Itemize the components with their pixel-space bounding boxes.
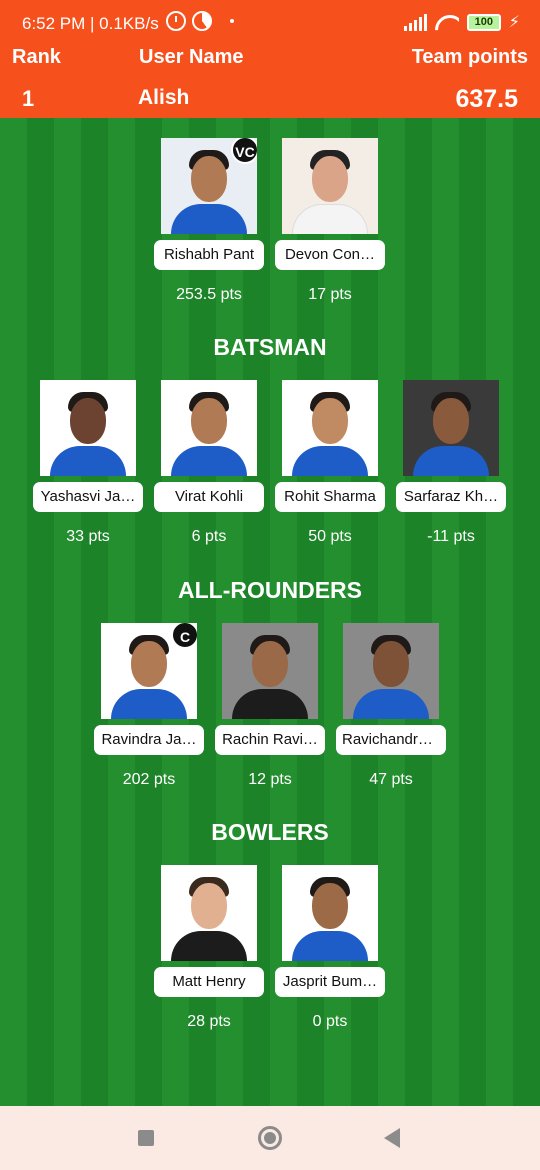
player-photo (161, 865, 257, 961)
player-photo (282, 865, 378, 961)
player-name: Rishabh Pant (154, 240, 264, 270)
player-photo (161, 380, 257, 476)
player-name: Sarfaraz Kh… (396, 482, 506, 512)
alarm-icon (166, 11, 186, 31)
player-points: 47 pts (369, 771, 413, 788)
player-points: 50 pts (308, 528, 352, 545)
team-points-label: Team points (411, 46, 528, 68)
user-name-label: User Name (139, 46, 244, 68)
system-nav-bar (0, 1106, 540, 1170)
wifi-icon (435, 13, 459, 31)
rank-label: Rank (12, 46, 61, 68)
player-points: 0 pts (312, 1013, 348, 1030)
player-name: Yashasvi Ja… (33, 482, 143, 512)
player-points: 6 pts (191, 528, 227, 545)
vice-captain-badge: VC (231, 138, 257, 164)
player-card[interactable]: Virat Kohli 6 pts (153, 380, 265, 546)
player-card[interactable]: C Ravindra Ja… 202 pts (93, 623, 205, 789)
battery-icon: 100 (466, 13, 501, 31)
status-time: 6:52 PM | 0.1KB/s (22, 14, 159, 33)
player-card[interactable]: Rohit Sharma 50 pts (274, 380, 386, 546)
player-points: -11 pts (427, 528, 475, 545)
cricket-field: VC Rishabh Pant 253.5 pts Devon Con… 17 … (0, 118, 540, 1106)
header-bar: 6:52 PM | 0.1KB/s 100 ⚡ Rank User Name T… (0, 0, 540, 118)
player-card[interactable]: Yashasvi Ja… 33 pts (32, 380, 144, 546)
home-nav-icon[interactable] (258, 1126, 282, 1150)
player-photo (222, 623, 318, 719)
notification-dot-icon (230, 19, 234, 23)
player-photo (40, 380, 136, 476)
player-points: 33 pts (66, 528, 110, 545)
player-name: Matt Henry (154, 967, 264, 997)
player-points: 12 pts (248, 771, 292, 788)
section-title-bowlers: BOWLERS (211, 819, 329, 845)
section-title-all-rounders: ALL-ROUNDERS (178, 577, 362, 603)
player-card[interactable]: Jasprit Bum… 0 pts (274, 865, 386, 1031)
charging-icon: ⚡ (508, 14, 520, 31)
player-card[interactable]: VC Rishabh Pant 253.5 pts (153, 138, 265, 304)
back-nav-icon[interactable] (384, 1128, 400, 1148)
player-name: Rohit Sharma (275, 482, 385, 512)
player-card[interactable]: Ravichandra… 47 pts (335, 623, 447, 789)
player-photo: VC (161, 138, 257, 234)
player-name: Virat Kohli (154, 482, 264, 512)
player-points: 17 pts (308, 286, 352, 303)
player-card[interactable]: Devon Con… 17 pts (274, 138, 386, 304)
player-name: Rachin Ravi… (215, 725, 325, 755)
player-card[interactable]: Sarfaraz Kh… -11 pts (395, 380, 507, 546)
status-bar: 6:52 PM | 0.1KB/s 100 ⚡ (0, 0, 540, 44)
player-name: Jasprit Bum… (275, 967, 385, 997)
player-name: Ravindra Ja… (94, 725, 204, 755)
rank-value: 1 (22, 86, 35, 111)
player-points: 28 pts (187, 1013, 231, 1030)
section-title-batsman: BATSMAN (213, 334, 327, 360)
player-photo (282, 138, 378, 234)
player-card[interactable]: Rachin Ravi… 12 pts (214, 623, 326, 789)
player-points: 253.5 pts (176, 286, 242, 303)
player-photo (282, 380, 378, 476)
player-card[interactable]: Matt Henry 28 pts (153, 865, 265, 1031)
player-points: 202 pts (122, 771, 176, 788)
player-photo (343, 623, 439, 719)
captain-badge: C (171, 623, 197, 649)
team-points-value: 637.5 (455, 85, 518, 113)
signal-icon (403, 13, 427, 31)
player-photo: C (101, 623, 197, 719)
player-name: Ravichandra… (336, 725, 446, 755)
recents-nav-icon[interactable] (138, 1130, 154, 1146)
data-saver-icon (192, 11, 212, 31)
user-name-value: Alish (138, 86, 190, 109)
player-photo (403, 380, 499, 476)
player-name: Devon Con… (275, 240, 385, 270)
